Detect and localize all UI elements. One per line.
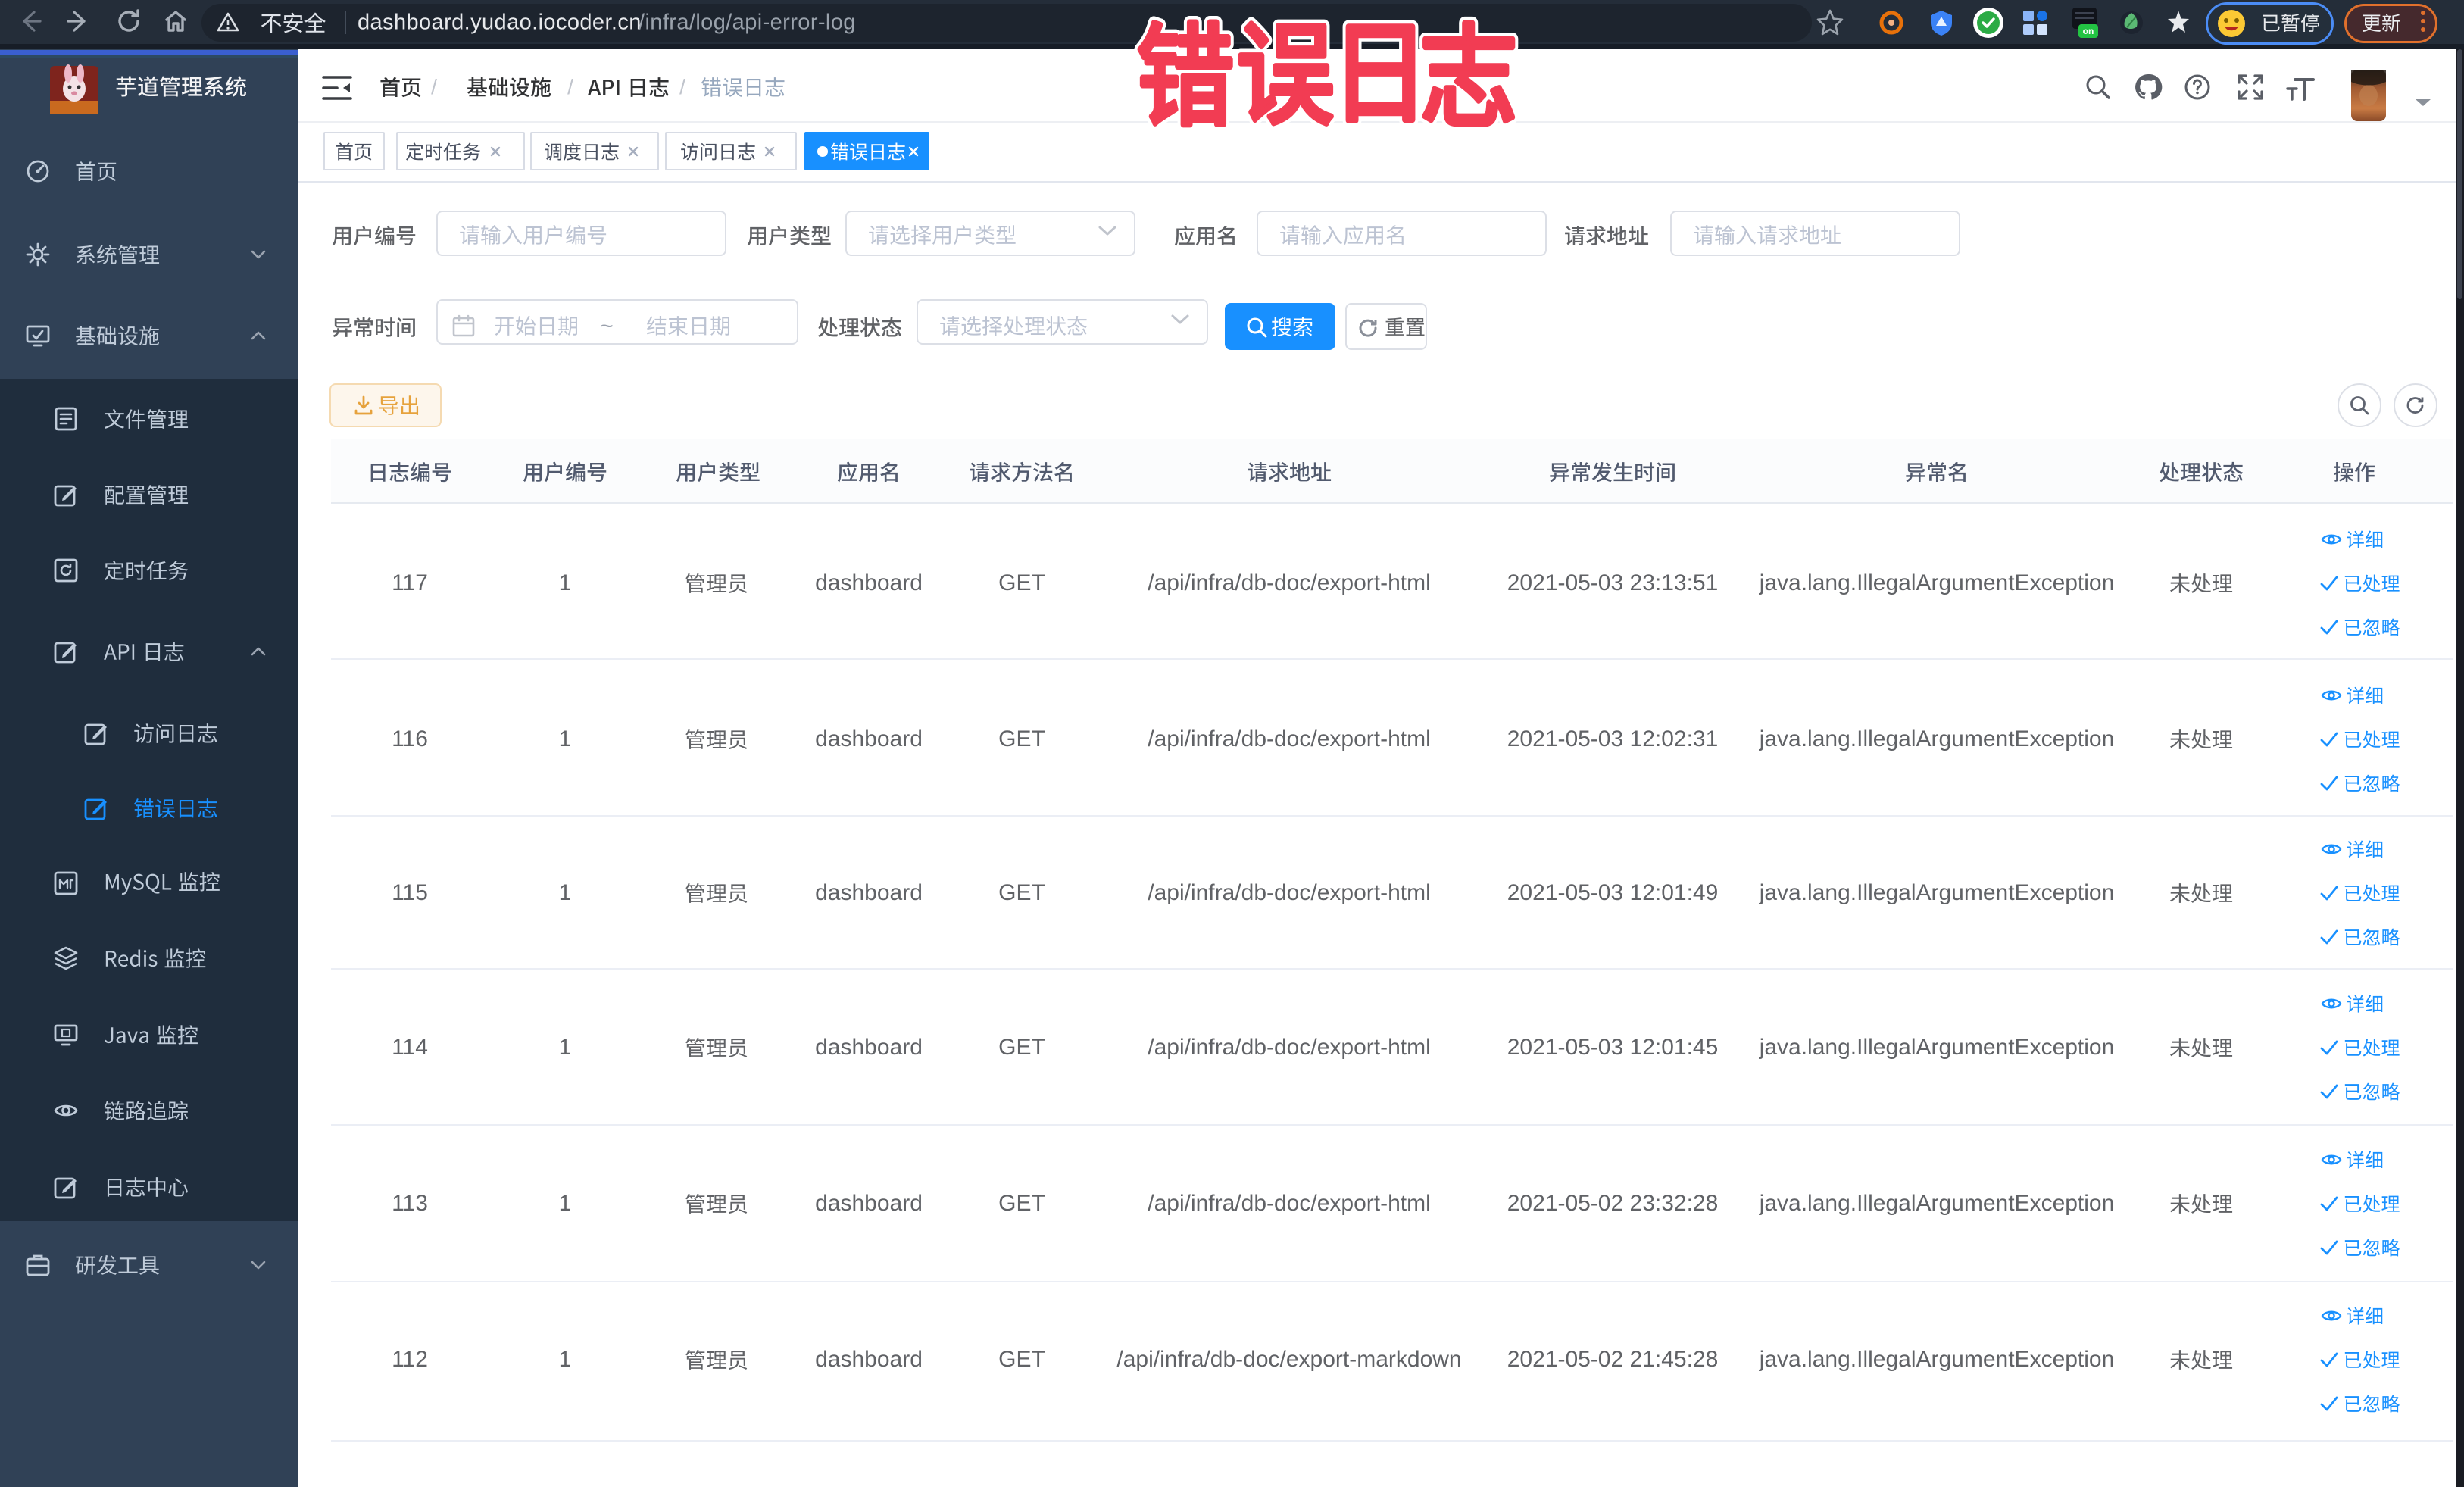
- svg-text:on: on: [2083, 26, 2094, 36]
